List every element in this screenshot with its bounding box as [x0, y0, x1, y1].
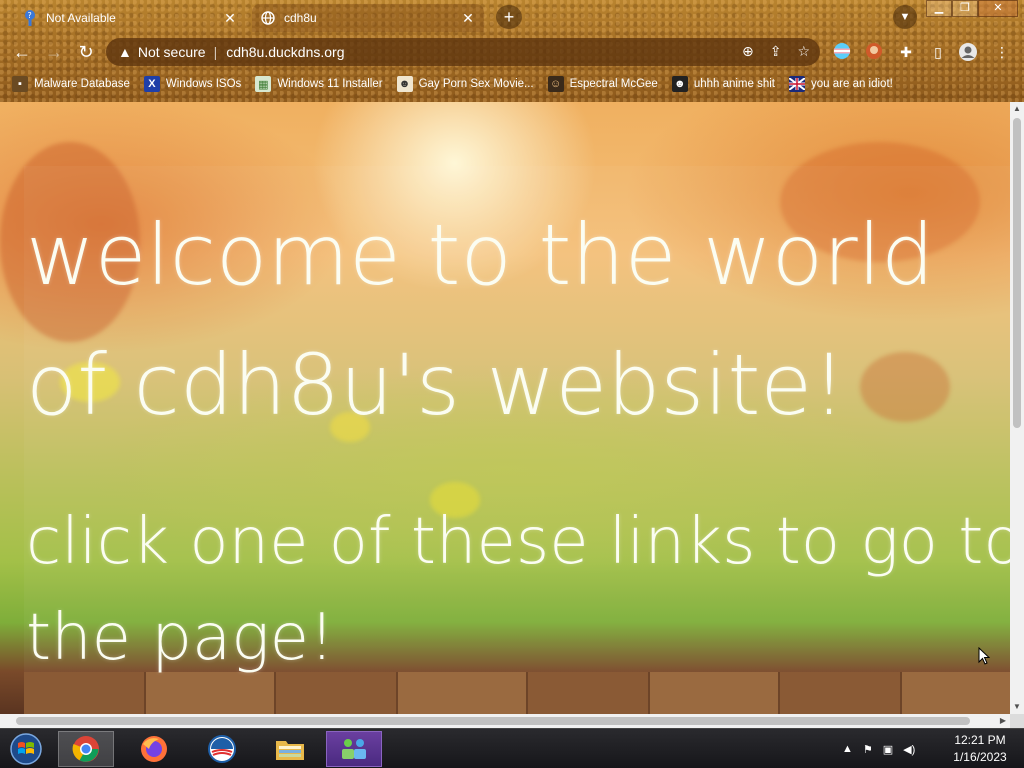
taskbar-file-explorer-button[interactable] — [262, 731, 318, 767]
taskbar-network-app-button[interactable] — [326, 731, 382, 767]
image-icon: ▦ — [255, 76, 272, 92]
bookmark-label: uhhh anime shit — [693, 78, 776, 90]
page-subheading: click one of these links to go to the pa… — [26, 505, 1010, 675]
file-explorer-icon — [276, 741, 304, 760]
star-bookmark-icon[interactable]: ☆ — [797, 43, 810, 60]
obama-icon — [208, 735, 236, 763]
page-viewport: welcome to the world of cdh8u's website!… — [0, 102, 1010, 714]
url-text[interactable]: cdh8u.duckdns.org — [226, 44, 344, 60]
vertical-scrollbar[interactable]: ▲ ▼ — [1010, 102, 1024, 714]
action-center-flag-icon[interactable]: ⚑ — [863, 743, 873, 756]
bookmark-label: Gay Porn Sex Movie... — [418, 78, 534, 90]
taskbar-chrome-button[interactable] — [58, 731, 114, 767]
bookmark-you-are-an-idiot[interactable]: you are an idiot! — [789, 76, 893, 92]
tab-cdh8u[interactable]: cdh8u ✕ — [252, 4, 484, 32]
x-icon: X — [143, 76, 160, 92]
volume-icon[interactable]: ◀) — [903, 743, 915, 756]
mouse-cursor-icon — [978, 647, 990, 665]
new-tab-button[interactable]: + — [496, 5, 522, 29]
bookmark-label: Windows ISOs — [165, 78, 242, 90]
scrollbar-corner — [1010, 714, 1024, 728]
tab-not-available[interactable]: ? Not Available ✕ — [14, 4, 246, 32]
bookmark-uhhh-anime[interactable]: ☻ uhhh anime shit — [671, 76, 776, 92]
zoom-icon[interactable]: ⊕ — [742, 43, 754, 60]
tab-search-chevron-icon[interactable]: ▼ — [893, 5, 917, 29]
bookmark-label: Malware Database — [34, 78, 130, 90]
window-close-button[interactable]: ✕ — [978, 0, 1018, 17]
reload-icon[interactable]: ↻ — [74, 40, 98, 64]
network-icon[interactable]: ▣ — [883, 743, 893, 756]
vertical-scroll-thumb[interactable] — [1013, 118, 1021, 428]
tab-title: Not Available — [46, 11, 116, 25]
bookmark-gay-porn-sex-movie[interactable]: ☻ Gay Porn Sex Movie... — [396, 76, 534, 92]
window-restore-button[interactable]: ❐ — [952, 0, 978, 17]
show-hidden-icons-icon[interactable]: ▲ — [842, 743, 853, 755]
menu-kebab-icon[interactable]: ⋮ — [992, 42, 1012, 62]
browser-chrome: ? Not Available ✕ cdh8u ✕ + ▼ ▁ ❐ ✕ ← → … — [0, 0, 1024, 102]
help-icon: ? — [22, 10, 38, 26]
bookmark-icon: ▪ — [12, 76, 28, 92]
bookmark-windows-11-installer[interactable]: ▦ Windows 11 Installer — [255, 76, 383, 92]
scroll-up-icon[interactable]: ▲ — [1010, 102, 1024, 116]
clock-time: 12:21 PM — [954, 733, 1006, 747]
tab-title: cdh8u — [284, 11, 317, 25]
back-arrow-icon[interactable]: ← — [10, 40, 34, 64]
anime-icon: ☻ — [671, 76, 688, 92]
address-separator: | — [213, 44, 218, 60]
address-bar[interactable]: ▲ Not secure | cdh8u.duckdns.org ⊕ ⇪ ☆ — [106, 38, 820, 66]
side-panel-icon[interactable]: ▯ — [928, 42, 948, 62]
bookmark-label: you are an idiot! — [811, 78, 893, 90]
horizontal-scrollbar[interactable]: ▶ — [0, 714, 1010, 728]
extensions-puzzle-icon[interactable]: ✚ — [896, 42, 916, 62]
bookmark-espectral-mcgee[interactable]: ☺ Espectral McGee — [547, 76, 658, 92]
taskbar-firefox-button[interactable] — [126, 731, 182, 767]
scroll-down-icon[interactable]: ▼ — [1010, 700, 1024, 714]
start-button[interactable] — [6, 731, 46, 767]
bookmark-label: Espectral McGee — [569, 78, 658, 90]
taskbar-clock[interactable]: 12:21 PM 1/16/2023 — [945, 732, 1015, 766]
system-tray: ▲ ⚑ ▣ ◀) — [842, 729, 915, 768]
scroll-right-icon[interactable]: ▶ — [996, 714, 1010, 728]
bookmarks-bar: ▪ Malware Database X Windows ISOs ▦ Wind… — [0, 72, 1024, 96]
page-heading: welcome to the world of cdh8u's website! — [26, 206, 935, 434]
windows-taskbar: ▲ ⚑ ▣ ◀) 12:21 PM 1/16/2023 — [0, 728, 1024, 768]
window-minimize-button[interactable]: ▁ — [926, 0, 952, 17]
clock-date: 1/16/2023 — [953, 750, 1007, 764]
forward-arrow-icon[interactable]: → — [42, 40, 66, 64]
svg-text:?: ? — [28, 11, 32, 20]
close-tab-icon[interactable]: ✕ — [222, 10, 238, 26]
bookmark-windows-isos[interactable]: X Windows ISOs — [143, 76, 242, 92]
profile-avatar-icon[interactable] — [958, 42, 978, 62]
warning-icon[interactable]: ▲ — [118, 44, 132, 60]
share-icon[interactable]: ⇪ — [770, 43, 782, 60]
horizontal-scroll-thumb[interactable] — [16, 717, 970, 725]
network-app-icon — [342, 739, 366, 759]
firefox-icon — [141, 736, 167, 762]
chrome-icon — [72, 736, 99, 762]
site-icon: ☻ — [396, 76, 413, 92]
taskbar-obama-button[interactable] — [194, 731, 250, 767]
bookmark-malware-database[interactable]: ▪ Malware Database — [12, 76, 130, 92]
extension-avatar-icon[interactable] — [864, 42, 884, 62]
close-tab-icon[interactable]: ✕ — [460, 10, 476, 26]
security-label[interactable]: Not secure — [138, 44, 206, 60]
extension-flag-icon[interactable] — [832, 42, 852, 62]
flag-icon — [789, 76, 806, 92]
browser-toolbar: ← → ↻ ▲ Not secure | cdh8u.duckdns.org ⊕… — [0, 36, 1024, 68]
globe-icon — [260, 10, 276, 26]
site-icon: ☺ — [547, 76, 564, 92]
windows-start-icon — [10, 733, 42, 765]
bookmark-label: Windows 11 Installer — [277, 78, 383, 90]
